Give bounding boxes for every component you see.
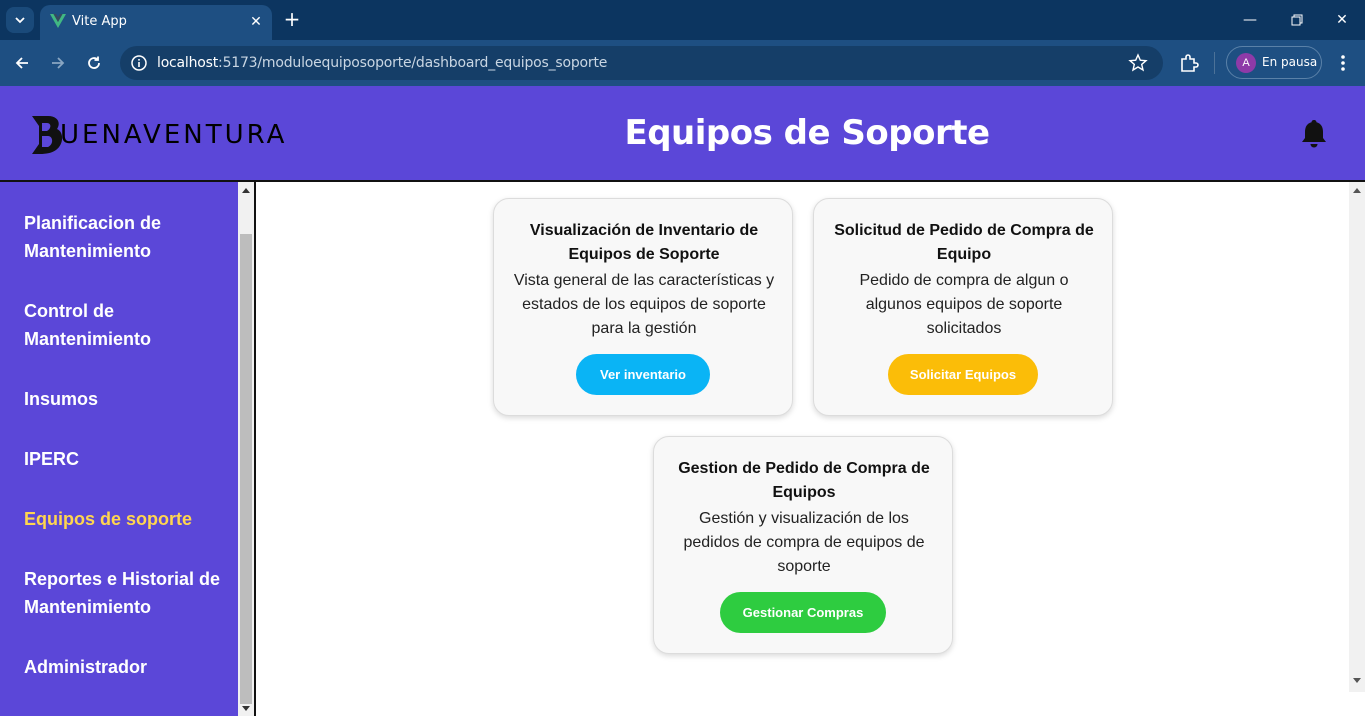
card-description: Pedido de compra de algun o algunos equi… [859,272,1069,337]
bookmark-star-icon[interactable] [1128,53,1148,73]
main-scrollbar[interactable] [1349,182,1365,692]
chevron-down-icon [15,17,25,24]
browser-toolbar: localhost:5173/moduloequiposoporte/dashb… [0,40,1365,86]
sidebar-item-insumos[interactable]: Insumos [24,385,224,413]
close-tab-icon[interactable]: ✕ [247,12,265,30]
browser-tab-bar: Vite App ✕ + — ✕ [0,0,1365,40]
arrow-right-icon [52,57,65,69]
content-divider [254,182,256,716]
arrow-left-icon [15,57,28,69]
browser-tab[interactable]: Vite App ✕ [40,5,272,40]
restore-icon[interactable] [1285,8,1309,32]
back-button[interactable] [11,52,33,74]
tab-title: Vite App [72,14,127,29]
scroll-down-icon[interactable] [1353,678,1361,683]
reload-button[interactable] [83,52,105,74]
new-tab-button[interactable]: + [282,9,302,29]
reload-icon [88,56,100,69]
sidebar-scrollbar[interactable] [238,182,254,716]
card-inventario: Visualización de Inventario de Equipos d… [493,198,793,416]
app-header: UENAVENTURA Equipos de Soporte [0,86,1365,182]
sidebar-item-administrador[interactable]: Administrador [24,653,224,681]
profile-button[interactable]: A En pausa [1226,46,1322,79]
sidebar: Planificacion de Mantenimiento Control d… [0,182,238,716]
tab-search-button[interactable] [6,7,34,33]
notification-bell-icon[interactable] [1300,118,1328,148]
ver-inventario-button[interactable]: Ver inventario [576,354,710,395]
more-vertical-icon[interactable] [1335,52,1351,74]
toolbar-separator [1214,52,1215,74]
sidebar-item-reportes[interactable]: Reportes e Historial de Mantenimiento [24,565,224,621]
scroll-up-icon[interactable] [1353,188,1361,193]
avatar: A [1236,53,1256,73]
scroll-up-icon[interactable] [242,188,250,193]
url-text: localhost:5173/moduloequiposoporte/dashb… [157,55,608,71]
forward-button[interactable] [47,52,69,74]
close-window-icon[interactable]: ✕ [1330,8,1354,32]
card-title: Solicitud de Pedido de Compra de Equipo [834,222,1094,263]
scroll-down-icon[interactable] [242,706,250,711]
card-gestion: Gestion de Pedido de Compra de Equipos G… [653,436,953,654]
gestionar-compras-button[interactable]: Gestionar Compras [720,592,886,633]
sidebar-item-equipos-soporte[interactable]: Equipos de soporte [24,505,224,533]
card-title: Gestion de Pedido de Compra de Equipos [678,460,930,501]
vite-logo-icon [50,14,66,28]
page-title: Equipos de Soporte [624,113,990,153]
sidebar-item-control[interactable]: Control de Mantenimiento [24,297,224,353]
minimize-icon[interactable]: — [1238,8,1262,32]
card-solicitud: Solicitud de Pedido de Compra de Equipo … [813,198,1113,416]
sidebar-item-planificacion[interactable]: Planificacion de Mantenimiento [24,209,224,265]
sidebar-item-iperc[interactable]: IPERC [24,445,224,473]
card-description: Gestión y visualización de los pedidos d… [683,510,925,575]
info-icon[interactable] [130,54,148,72]
sidebar-scroll-thumb[interactable] [240,234,252,704]
extensions-icon[interactable] [1178,52,1200,74]
card-title: Visualización de Inventario de Equipos d… [529,222,759,263]
solicitar-equipos-button[interactable]: Solicitar Equipos [888,354,1038,395]
address-bar[interactable]: localhost:5173/moduloequiposoporte/dashb… [120,46,1163,80]
card-description: Vista general de las características y e… [513,272,775,337]
profile-status: En pausa [1262,55,1318,69]
